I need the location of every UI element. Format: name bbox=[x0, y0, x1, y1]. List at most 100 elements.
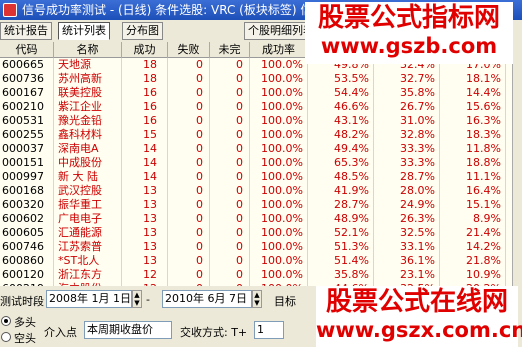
cell-rate: 100.0% bbox=[250, 212, 308, 226]
cell-a: 28.7% bbox=[308, 198, 374, 212]
cell-fail: 0 bbox=[168, 100, 210, 114]
tab-statistics-report[interactable]: 统计报告 bbox=[0, 22, 52, 40]
cell-a: 51.4% bbox=[308, 254, 374, 268]
cell-a: 48.2% bbox=[308, 128, 374, 142]
target-label: 目标 bbox=[274, 295, 296, 308]
cell-code: 600665 bbox=[0, 58, 54, 72]
column-header-unfinished[interactable]: 未完 bbox=[210, 42, 250, 58]
table-row[interactable]: 600120 浙江东方 12 0 0 100.0% 35.8% 23.1% 10.9% bbox=[0, 268, 512, 282]
table-row[interactable]: 600210 紫江企业 16 0 0 100.0% 46.6% 26.7% 15.6% bbox=[0, 100, 512, 114]
cell-fail: 0 bbox=[168, 72, 210, 86]
table-row[interactable]: 600736 苏州高新 18 0 0 100.0% 53.5% 32.7% 18.1% bbox=[0, 72, 512, 86]
cell-rate: 100.0% bbox=[250, 184, 308, 198]
end-date-field[interactable]: 2010年 6月 7日 bbox=[162, 290, 252, 308]
cell-none: 0 bbox=[210, 58, 250, 72]
cell-rate: 100.0% bbox=[250, 240, 308, 254]
cell-none: 0 bbox=[210, 100, 250, 114]
tab-distribution-chart[interactable]: 分布图 bbox=[122, 22, 163, 40]
column-header-name[interactable]: 名称 bbox=[54, 42, 122, 58]
table-row[interactable]: 600320 振华重工 13 0 0 100.0% 28.7% 24.9% 15.1% bbox=[0, 198, 512, 212]
cell-none: 0 bbox=[210, 114, 250, 128]
column-header-fail[interactable]: 失败 bbox=[168, 42, 210, 58]
table-row[interactable]: 000997 新 大 陆 14 0 0 100.0% 48.5% 28.7% 11.1% bbox=[0, 170, 512, 184]
table-row[interactable]: 000151 中成股份 14 0 0 100.0% 65.3% 33.3% 18.8% bbox=[0, 156, 512, 170]
cell-ok: 13 bbox=[122, 212, 168, 226]
table-row[interactable]: 600167 联美控股 16 0 0 100.0% 54.4% 35.8% 14.4% bbox=[0, 86, 512, 100]
table-row[interactable]: 600746 江苏索普 13 0 0 100.0% 51.3% 33.1% 14.2% bbox=[0, 240, 512, 254]
cell-ok: 15 bbox=[122, 128, 168, 142]
cell-fail: 0 bbox=[168, 268, 210, 282]
cell-b: 33.3% bbox=[374, 142, 440, 156]
column-header-success[interactable]: 成功 bbox=[122, 42, 168, 58]
cell-a: 46.6% bbox=[308, 100, 374, 114]
table-row[interactable]: 600531 豫光金铅 16 0 0 100.0% 43.1% 31.0% 16.3% bbox=[0, 114, 512, 128]
cell-code: 600255 bbox=[0, 128, 54, 142]
cell-ok: 13 bbox=[122, 184, 168, 198]
cell-none: 0 bbox=[210, 142, 250, 156]
tab-statistics-list[interactable]: 统计列表 bbox=[58, 22, 110, 40]
cell-none: 0 bbox=[210, 254, 250, 268]
cell-none: 0 bbox=[210, 156, 250, 170]
cell-b: 33.3% bbox=[374, 156, 440, 170]
cell-rate: 100.0% bbox=[250, 156, 308, 170]
cell-name: *ST北人 bbox=[54, 254, 122, 268]
cell-code: 600860 bbox=[0, 254, 54, 268]
cell-code: 600605 bbox=[0, 226, 54, 240]
cell-b: 24.9% bbox=[374, 198, 440, 212]
cell-name: 苏州高新 bbox=[54, 72, 122, 86]
short-radio[interactable] bbox=[1, 332, 11, 342]
cell-none: 0 bbox=[210, 170, 250, 184]
cell-none: 0 bbox=[210, 240, 250, 254]
column-header-code[interactable]: 代码 bbox=[0, 42, 54, 58]
cell-none: 0 bbox=[210, 198, 250, 212]
cell-c: 21.4% bbox=[440, 226, 506, 240]
cell-name: 振华重工 bbox=[54, 198, 122, 212]
vertical-scrollbar[interactable] bbox=[512, 42, 522, 286]
cell-code: 600602 bbox=[0, 212, 54, 226]
cell-b: 28.0% bbox=[374, 184, 440, 198]
table-row[interactable]: 600860 *ST北人 13 0 0 100.0% 51.4% 36.1% 21.8% bbox=[0, 254, 512, 268]
cell-fail: 0 bbox=[168, 212, 210, 226]
cell-a: 54.4% bbox=[308, 86, 374, 100]
cell-a: 65.3% bbox=[308, 156, 374, 170]
cell-rate: 100.0% bbox=[250, 268, 308, 282]
cell-ok: 16 bbox=[122, 114, 168, 128]
table-row[interactable]: 000037 深南电A 14 0 0 100.0% 49.4% 33.3% 11.8% bbox=[0, 142, 512, 156]
table-row[interactable]: 600168 武汉控股 13 0 0 100.0% 41.9% 28.0% 16.4% bbox=[0, 184, 512, 198]
settlement-days-field[interactable]: 1 bbox=[254, 321, 284, 339]
cell-none: 0 bbox=[210, 72, 250, 86]
cell-c: 14.4% bbox=[440, 86, 506, 100]
watermark-top: 股票公式指标网 www.gszb.com bbox=[305, 2, 513, 64]
cell-name: 紫江企业 bbox=[54, 100, 122, 114]
cell-fail: 0 bbox=[168, 114, 210, 128]
cell-c: 21.8% bbox=[440, 254, 506, 268]
cell-fail: 0 bbox=[168, 142, 210, 156]
cell-code: 600167 bbox=[0, 86, 54, 100]
cell-code: 600531 bbox=[0, 114, 54, 128]
cell-a: 52.1% bbox=[308, 226, 374, 240]
cell-ok: 18 bbox=[122, 58, 168, 72]
cell-a: 53.5% bbox=[308, 72, 374, 86]
cell-none: 0 bbox=[210, 212, 250, 226]
long-radio[interactable] bbox=[1, 316, 11, 326]
start-date-field[interactable]: 2008年 1月 1日 bbox=[46, 290, 132, 308]
cell-ok: 13 bbox=[122, 254, 168, 268]
cell-name: 深南电A bbox=[54, 142, 122, 156]
settlement-label: 交收方式: T+ bbox=[180, 326, 248, 339]
entry-point-select[interactable]: 本周期收盘价 bbox=[84, 321, 172, 339]
column-header-success-rate[interactable]: 成功率 bbox=[250, 42, 308, 58]
table-row[interactable]: 600255 鑫科材料 15 0 0 100.0% 48.2% 32.8% 18.3% bbox=[0, 128, 512, 142]
watermark-bottom-title: 股票公式在线网 bbox=[325, 287, 508, 317]
table-row[interactable]: 600602 广电电子 13 0 0 100.0% 48.9% 26.3% 8.9% bbox=[0, 212, 512, 226]
table-row[interactable]: 600605 汇通能源 13 0 0 100.0% 52.1% 32.5% 21.4% bbox=[0, 226, 512, 240]
cell-c: 18.3% bbox=[440, 128, 506, 142]
cell-none: 0 bbox=[210, 184, 250, 198]
cell-b: 28.7% bbox=[374, 170, 440, 184]
cell-code: 600210 bbox=[0, 100, 54, 114]
start-date-spinner[interactable]: ▲ ▼ bbox=[132, 290, 142, 308]
cell-c: 15.6% bbox=[440, 100, 506, 114]
end-date-spinner[interactable]: ▲ ▼ bbox=[252, 290, 262, 308]
cell-c: 8.9% bbox=[440, 212, 506, 226]
cell-a: 35.8% bbox=[308, 268, 374, 282]
cell-name: 武汉控股 bbox=[54, 184, 122, 198]
